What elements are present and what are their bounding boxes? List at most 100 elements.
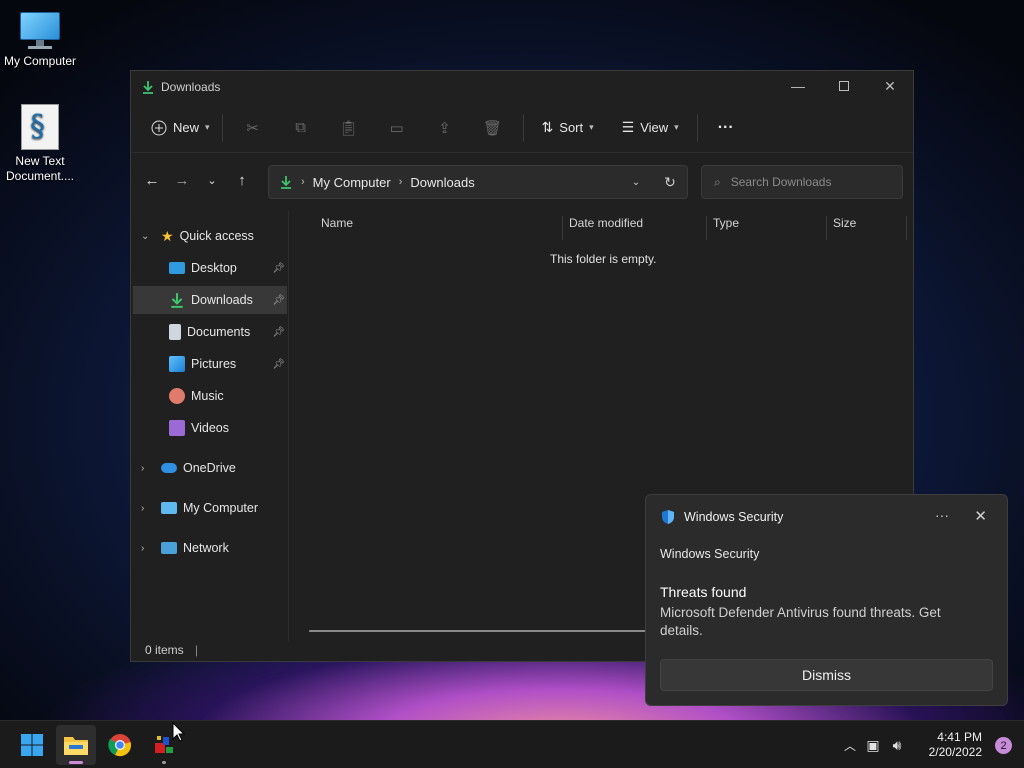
shield-icon: [662, 510, 674, 524]
close-icon[interactable]: ✕: [974, 507, 987, 525]
rename-icon[interactable]: ▭: [373, 112, 421, 144]
system-tray: ︿ ▣ 🔊︎: [840, 721, 908, 768]
breadcrumb-item[interactable]: Downloads: [410, 175, 474, 190]
forward-button[interactable]: →: [167, 172, 197, 189]
view-button[interactable]: ☰ View ▾: [616, 112, 685, 144]
desktop-icon-new-text-document[interactable]: New Text Document....: [0, 104, 80, 184]
desktop-icon-label: New Text Document....: [5, 154, 75, 183]
column-header-name[interactable]: Name: [321, 216, 353, 230]
title-bar[interactable]: Downloads — ✕: [131, 71, 913, 103]
monitor-icon: [18, 10, 62, 50]
toast-subtitle: Windows Security: [660, 547, 760, 561]
chevron-right-icon[interactable]: ›: [141, 503, 144, 514]
chevron-down-icon: ▾: [674, 122, 679, 132]
close-button[interactable]: ✕: [867, 71, 913, 101]
share-icon[interactable]: ⇪: [421, 112, 469, 144]
nav-network[interactable]: › Network: [131, 534, 287, 562]
clock[interactable]: 4:41 PM 2/20/2022: [929, 730, 982, 760]
chevron-right-icon[interactable]: ›: [141, 543, 144, 554]
sort-button[interactable]: ⇅ Sort ▾: [536, 112, 600, 144]
toast-title: Threats found: [660, 584, 747, 600]
nav-item-videos[interactable]: Videos: [133, 414, 287, 442]
search-placeholder: Search Downloads: [730, 175, 832, 189]
chevron-right-icon[interactable]: ›: [141, 463, 144, 474]
toast-body: Microsoft Defender Antivirus found threa…: [660, 605, 941, 638]
paste-icon[interactable]: 📋︎: [325, 112, 373, 144]
clock-time: 4:41 PM: [937, 730, 982, 744]
desktop-icon-my-computer[interactable]: My Computer: [0, 10, 80, 68]
chrome-icon: [108, 734, 131, 757]
download-icon: [281, 176, 291, 189]
nav-item-desktop[interactable]: Desktop 📌︎: [133, 254, 287, 282]
nav-my-computer[interactable]: › My Computer: [131, 494, 287, 522]
window-title: Downloads: [161, 80, 221, 94]
sort-icon: ⇅: [541, 119, 554, 135]
minimize-button[interactable]: —: [775, 71, 821, 101]
address-bar[interactable]: › My Computer › Downloads ⌄ ↻: [268, 165, 688, 199]
start-button[interactable]: [12, 725, 52, 765]
show-hidden-icons-button[interactable]: ︿: [840, 737, 860, 754]
notification-toast[interactable]: Windows Security ··· ✕ Windows Security …: [645, 494, 1008, 706]
network-icon[interactable]: ▣: [860, 737, 886, 754]
nav-quick-access[interactable]: ⌄ ★ Quick access: [131, 222, 287, 250]
mouse-cursor-icon: [172, 722, 186, 742]
breadcrumb-chevron-icon: ›: [301, 176, 305, 188]
cloud-icon: [161, 463, 177, 473]
running-indicator: [162, 761, 166, 764]
folder-icon: [64, 737, 88, 755]
dismiss-button[interactable]: Dismiss: [660, 659, 993, 691]
taskbar-file-explorer[interactable]: [56, 725, 96, 765]
documents-icon: [169, 324, 181, 340]
search-input[interactable]: ⌕ Search Downloads: [701, 165, 903, 199]
nav-label: Desktop: [191, 261, 237, 275]
toast-app-name: Windows Security: [684, 510, 784, 524]
new-button[interactable]: New ▾: [145, 112, 216, 144]
nav-item-pictures[interactable]: Pictures 📌︎: [133, 350, 287, 378]
clock-date: 2/20/2022: [928, 745, 982, 759]
navigation-pane: ⌄ ★ Quick access Desktop 📌︎ Downloads 📌︎…: [131, 211, 289, 641]
taskbar-chrome[interactable]: [100, 725, 140, 765]
more-options-icon[interactable]: ···: [935, 507, 949, 523]
command-bar: New ▾ ✂ ⧉ 📋︎ ▭ ⇪ 🗑︎ ⇅ Sort ▾ ☰ View ▾ ··…: [131, 103, 913, 153]
text-document-icon: [21, 104, 59, 150]
column-header-date-modified[interactable]: Date modified: [569, 216, 643, 230]
status-bar: 0 items |: [145, 643, 199, 657]
nav-item-music[interactable]: Music: [133, 382, 287, 410]
sort-label: Sort: [559, 120, 584, 135]
nav-item-downloads[interactable]: Downloads 📌︎: [133, 286, 287, 314]
nav-item-documents[interactable]: Documents 📌︎: [133, 318, 287, 346]
taskbar: ︿ ▣ 🔊︎ 4:41 PM 2/20/2022 2: [0, 720, 1024, 768]
nav-onedrive[interactable]: › OneDrive: [131, 454, 287, 482]
back-button[interactable]: ←: [137, 172, 167, 189]
up-button[interactable]: ↑: [227, 172, 257, 189]
empty-folder-message: This folder is empty.: [550, 252, 657, 266]
column-headers: Name Date modified Type Size: [291, 211, 911, 240]
recent-locations-button[interactable]: ⌄: [197, 174, 227, 187]
chevron-down-icon: ▾: [205, 122, 210, 132]
nav-label: Downloads: [191, 293, 253, 307]
pin-icon: 📌︎: [272, 326, 285, 338]
music-icon: [169, 388, 185, 404]
nav-label: Network: [183, 541, 229, 555]
videos-icon: [169, 420, 185, 436]
breadcrumb-chevron-icon: ›: [398, 176, 403, 188]
pin-icon: 📌︎: [272, 358, 285, 370]
volume-icon[interactable]: 🔊︎: [886, 737, 908, 754]
search-icon: ⌕: [714, 174, 721, 189]
pin-icon: 📌︎: [272, 262, 285, 274]
refresh-icon[interactable]: ↻: [653, 174, 687, 191]
chevron-down-icon[interactable]: ⌄: [141, 231, 149, 242]
cut-icon[interactable]: ✂: [229, 112, 277, 144]
copy-icon[interactable]: ⧉: [277, 112, 325, 144]
breadcrumb-item[interactable]: My Computer: [313, 175, 391, 190]
nav-label: Videos: [191, 421, 229, 435]
chevron-down-icon: ▾: [589, 122, 594, 132]
active-indicator: [69, 761, 83, 764]
maximize-button[interactable]: [821, 71, 867, 101]
address-dropdown-icon[interactable]: ⌄: [619, 177, 653, 188]
column-header-size[interactable]: Size: [833, 216, 856, 230]
delete-icon[interactable]: 🗑︎: [469, 112, 517, 144]
column-header-type[interactable]: Type: [713, 216, 739, 230]
more-options-button[interactable]: ···: [712, 112, 740, 144]
notification-badge[interactable]: 2: [995, 737, 1012, 754]
